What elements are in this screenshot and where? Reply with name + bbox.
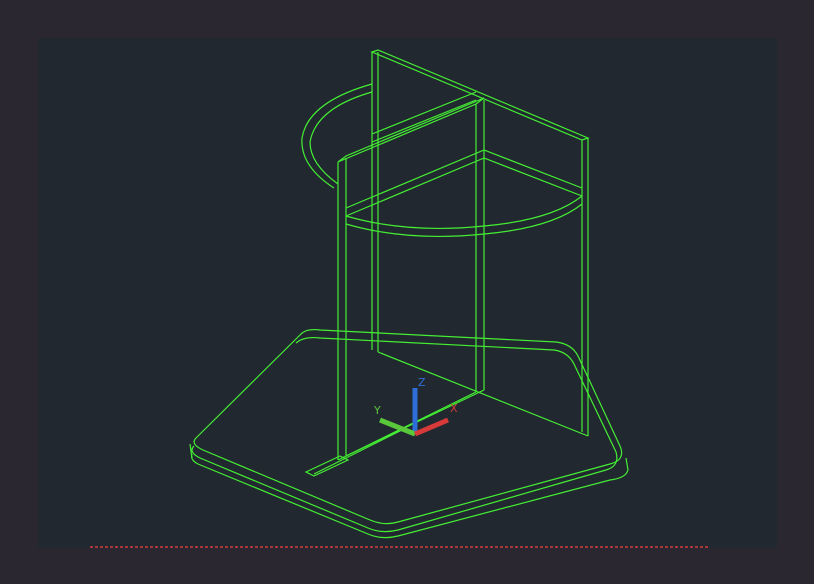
wireframe-model[interactable] bbox=[189, 49, 629, 539]
shelf-mid-edge bbox=[371, 91, 477, 135]
round-shelf-top-arc bbox=[301, 83, 373, 189]
ucs-icon: Z Y X bbox=[373, 376, 458, 437]
shelf-front-edge bbox=[345, 149, 583, 209]
shelf-mid-edge-2 bbox=[371, 99, 477, 143]
round-shelf-top-arc-2 bbox=[309, 91, 373, 185]
base-footing bbox=[304, 455, 350, 477]
model-space-canvas[interactable]: Z Y X bbox=[38, 38, 777, 548]
round-shelf-lower-arc-2 bbox=[345, 203, 583, 238]
back-panel-bottom bbox=[377, 351, 589, 437]
drawing-viewport[interactable]: Z Y X bbox=[38, 38, 777, 548]
ucs-x-axis bbox=[414, 417, 449, 437]
base-slab-edge-right bbox=[191, 453, 629, 539]
ucs-y-label: Y bbox=[373, 404, 381, 417]
base-slab-bottom-outline bbox=[191, 336, 618, 533]
back-panel-top bbox=[370, 49, 590, 141]
front-panel-top bbox=[337, 97, 485, 163]
ucs-x-label: X bbox=[450, 402, 458, 415]
shelf-back-edge bbox=[345, 157, 583, 217]
base-footing-line bbox=[313, 427, 407, 475]
ucs-z-label: Z bbox=[418, 376, 426, 389]
